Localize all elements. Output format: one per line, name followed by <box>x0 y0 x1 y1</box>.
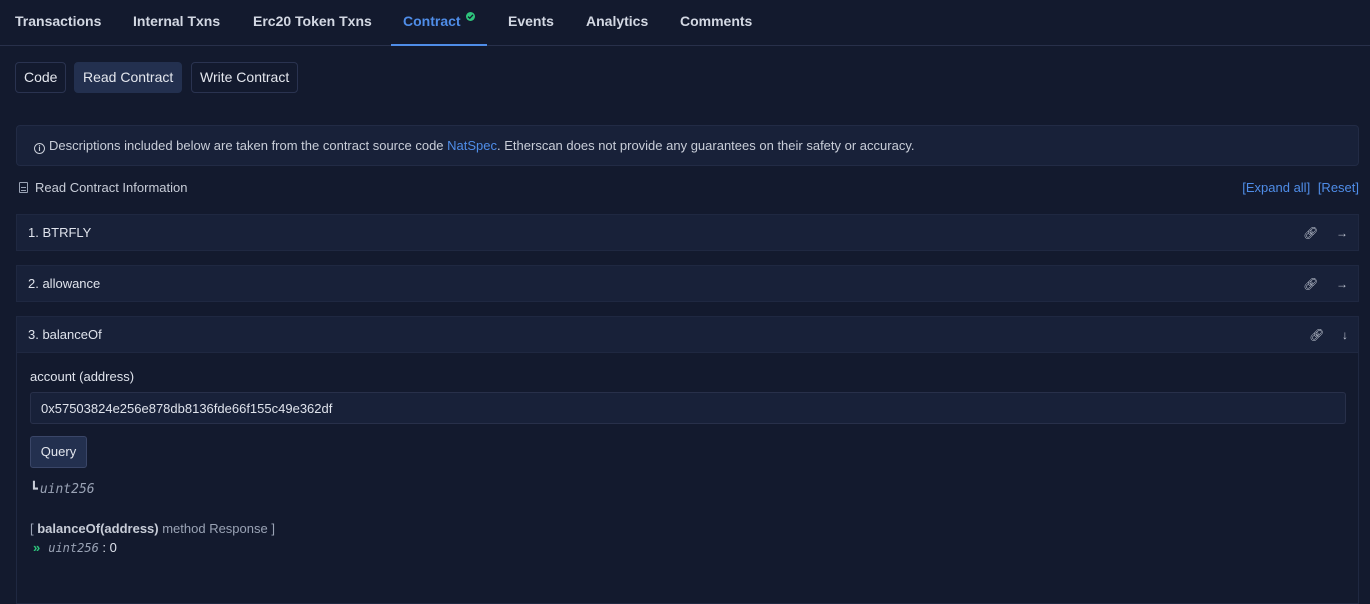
response-header: [ balanceOf(address) method Response ] <box>30 521 275 536</box>
natspec-link[interactable]: NatSpec <box>447 138 497 153</box>
return-corner-icon: ┗ <box>30 482 38 497</box>
input-label: account (address) <box>30 369 135 384</box>
response-rest: method Response ] <box>158 521 275 536</box>
natspec-notice: i Descriptions included below are taken f… <box>16 125 1359 166</box>
return-type-text: uint256 <box>39 482 95 497</box>
double-chevron-icon: » <box>33 540 41 555</box>
link-icon[interactable]: 🔗︎ <box>1303 267 1318 302</box>
verified-check-icon <box>466 12 475 21</box>
tab-internal-txns[interactable]: Internal Txns <box>133 0 220 46</box>
response-line: » uint256 : 0 <box>33 540 117 555</box>
response-method: balanceOf(address) <box>37 521 159 536</box>
reset-link[interactable]: [Reset] <box>1318 180 1359 195</box>
info-icon: i <box>34 143 45 154</box>
tab-transactions[interactable]: Transactions <box>15 0 101 46</box>
notice-prefix: Descriptions included below are taken fr… <box>49 138 448 153</box>
expand-all-link[interactable]: [Expand all] <box>1242 180 1310 195</box>
function-label: 2. allowance <box>28 276 101 291</box>
tab-bar: Transactions Internal Txns Erc20 Token T… <box>0 0 1370 46</box>
response-type: uint256 <box>48 541 99 555</box>
tab-contract-label: Contract <box>403 13 461 29</box>
arrow-right-icon[interactable]: → <box>1336 216 1348 251</box>
function-row-header[interactable]: 3. balanceOf 🔗︎ ↓ <box>17 317 1358 352</box>
function-label: 1. BTRFLY <box>28 225 92 240</box>
tab-analytics[interactable]: Analytics <box>586 0 648 46</box>
tab-comments[interactable]: Comments <box>680 0 752 46</box>
subtab-read-contract[interactable]: Read Contract <box>74 62 183 93</box>
document-icon <box>19 182 28 193</box>
arrow-right-icon[interactable]: → <box>1336 267 1348 302</box>
tab-erc20-token-txns[interactable]: Erc20 Token Txns <box>253 0 372 46</box>
section-actions: [Expand all] [Reset] <box>1238 180 1359 195</box>
tab-contract[interactable]: Contract <box>391 0 487 46</box>
subtab-code[interactable]: Code <box>15 62 67 93</box>
link-icon[interactable]: 🔗︎ <box>1303 216 1318 251</box>
function-row-balanceof: 3. balanceOf 🔗︎ ↓ account (address) Quer… <box>16 316 1359 604</box>
account-address-input[interactable] <box>30 392 1346 424</box>
function-label: 3. balanceOf <box>28 327 102 342</box>
section-title-text: Read Contract Information <box>35 180 188 195</box>
function-body: account (address) Query ┗uint256 [ balan… <box>17 352 1358 603</box>
section-title: Read Contract Information <box>19 180 187 195</box>
notice-suffix: . Etherscan does not provide any guarant… <box>497 138 915 153</box>
tab-events[interactable]: Events <box>508 0 554 46</box>
subtab-write-contract[interactable]: Write Contract <box>191 62 299 93</box>
return-type: ┗ uint256 <box>30 482 95 497</box>
function-row-btrfly[interactable]: 1. BTRFLY 🔗︎ → <box>16 214 1359 251</box>
response-value: 0 <box>109 540 117 555</box>
link-icon[interactable]: 🔗︎ <box>1309 318 1324 353</box>
function-row-allowance[interactable]: 2. allowance 🔗︎ → <box>16 265 1359 302</box>
arrow-down-icon[interactable]: ↓ <box>1342 318 1348 353</box>
query-button[interactable]: Query <box>30 436 87 468</box>
response-sep: : <box>98 540 110 555</box>
